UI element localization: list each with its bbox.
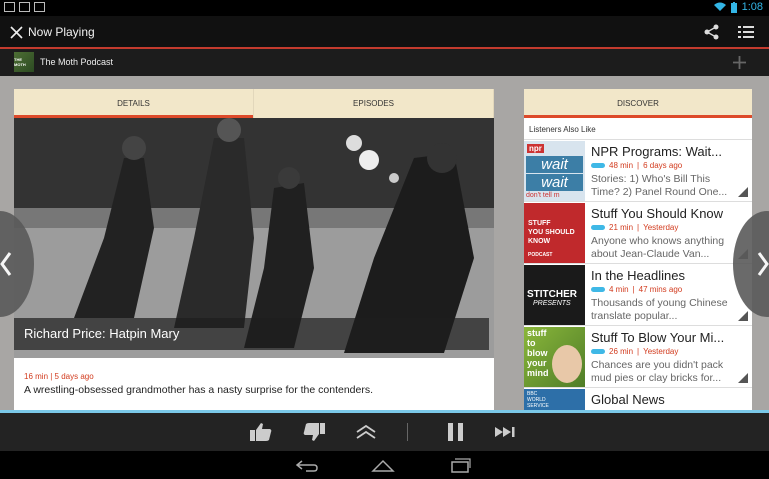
episode-description: A wrestling-obsessed grandmother has a n…: [24, 384, 374, 396]
podcast-thumbnail: THE MOTH: [14, 52, 34, 72]
controls-divider: [407, 423, 408, 441]
discover-panel: DISCOVER Listeners Also Like npr wait wa…: [524, 89, 752, 410]
recent-apps-icon[interactable]: [447, 457, 473, 473]
playback-controls: [0, 413, 769, 451]
image-notification-icon: [19, 2, 30, 12]
item-title: Global News: [591, 392, 665, 407]
item-meta: 21 min | Yesterday: [591, 223, 678, 232]
share-icon[interactable]: [703, 23, 721, 41]
add-icon[interactable]: [731, 54, 748, 71]
item-meta: 48 min | 6 days ago: [591, 161, 682, 170]
npr-thumbnail: npr wait wait don't tell m: [524, 141, 585, 201]
episode-artwork: Richard Price: Hatpin Mary: [14, 118, 494, 358]
item-meta: 4 min | 47 mins ago: [591, 285, 682, 294]
next-episode-button[interactable]: [733, 211, 769, 317]
home-icon[interactable]: [370, 457, 396, 473]
child-face-icon: [552, 345, 582, 383]
battery-icon: [730, 1, 737, 13]
clock: 1:08: [741, 1, 763, 13]
new-badge-icon: [591, 163, 605, 168]
close-icon[interactable]: [8, 24, 25, 41]
status-bar: 1:08: [0, 0, 769, 16]
list-item[interactable]: stuff to blow your mind Stuff To Blow Yo…: [524, 325, 752, 387]
bbc-thumbnail: BBC WORLD SERVICE: [524, 389, 585, 410]
thumbs-down-icon[interactable]: [301, 420, 327, 444]
list-item[interactable]: npr wait wait don't tell m NPR Programs:…: [524, 139, 752, 201]
new-badge-icon: [591, 287, 605, 292]
more-corner-icon[interactable]: [738, 187, 748, 197]
item-description: Stories: 1) Who's Bill This Time? 2) Pan…: [591, 173, 728, 198]
list-item[interactable]: STITCHER PRESENTS In the Headlines 4 min…: [524, 263, 752, 325]
details-tabs: DETAILS EPISODES: [14, 89, 494, 118]
item-title: Stuff To Blow Your Mi...: [591, 330, 725, 345]
stbym-thumbnail: stuff to blow your mind: [524, 327, 585, 387]
tab-discover[interactable]: DISCOVER: [524, 89, 752, 118]
new-badge-icon: [591, 349, 605, 354]
item-description: Chances are you didn't pack mud pies or …: [591, 359, 724, 384]
back-icon[interactable]: [294, 457, 320, 473]
podcast-bar[interactable]: THE MOTH The Moth Podcast: [0, 49, 769, 76]
item-description: Anyone who knows anything about Jean-Cla…: [591, 235, 725, 260]
tab-details[interactable]: DETAILS: [14, 89, 254, 118]
screenshot-notification-icon: [4, 2, 15, 12]
sysk-thumbnail: STUFF YOU SHOULD KNOW PODCAST: [524, 203, 585, 263]
chevron-right-icon: [757, 252, 769, 276]
thumbs-up-icon[interactable]: [248, 420, 274, 444]
pause-icon[interactable]: [443, 420, 469, 444]
section-label: Listeners Also Like: [529, 125, 596, 134]
skip-next-icon[interactable]: [493, 420, 519, 444]
item-title: NPR Programs: Wait...: [591, 144, 722, 159]
tab-episodes[interactable]: EPISODES: [254, 89, 494, 118]
system-navigation-bar: [0, 451, 769, 479]
episode-meta: 16 min | 5 days ago: [24, 372, 94, 381]
mail-notification-icon: [34, 2, 45, 12]
expand-up-icon[interactable]: [353, 420, 379, 444]
list-item[interactable]: STUFF YOU SHOULD KNOW PODCAST Stuff You …: [524, 201, 752, 263]
item-title: In the Headlines: [591, 268, 685, 283]
page-title: Now Playing: [28, 25, 95, 39]
previous-episode-button[interactable]: [0, 211, 34, 317]
item-title: Stuff You Should Know: [591, 206, 724, 221]
stitcher-thumbnail: STITCHER PRESENTS: [524, 265, 585, 325]
podcast-name: The Moth Podcast: [40, 57, 114, 67]
wifi-icon: [713, 2, 726, 11]
details-panel: DETAILS EPISODES Richard Price: Hatpin M…: [14, 89, 494, 410]
content-area: DETAILS EPISODES Richard Price: Hatpin M…: [0, 76, 769, 410]
chevron-left-icon: [0, 252, 12, 276]
action-bar: Now Playing: [0, 16, 769, 49]
new-badge-icon: [591, 225, 605, 230]
overflow-menu-icon[interactable]: [738, 25, 754, 39]
notification-icons: [4, 2, 45, 12]
list-item[interactable]: BBC WORLD SERVICE Global News: [524, 387, 752, 410]
item-description: Thousands of young Chinese translate pop…: [591, 297, 728, 322]
item-meta: 26 min | Yesterday: [591, 347, 678, 356]
episode-title-overlay: Richard Price: Hatpin Mary: [14, 318, 489, 350]
more-corner-icon[interactable]: [738, 373, 748, 383]
